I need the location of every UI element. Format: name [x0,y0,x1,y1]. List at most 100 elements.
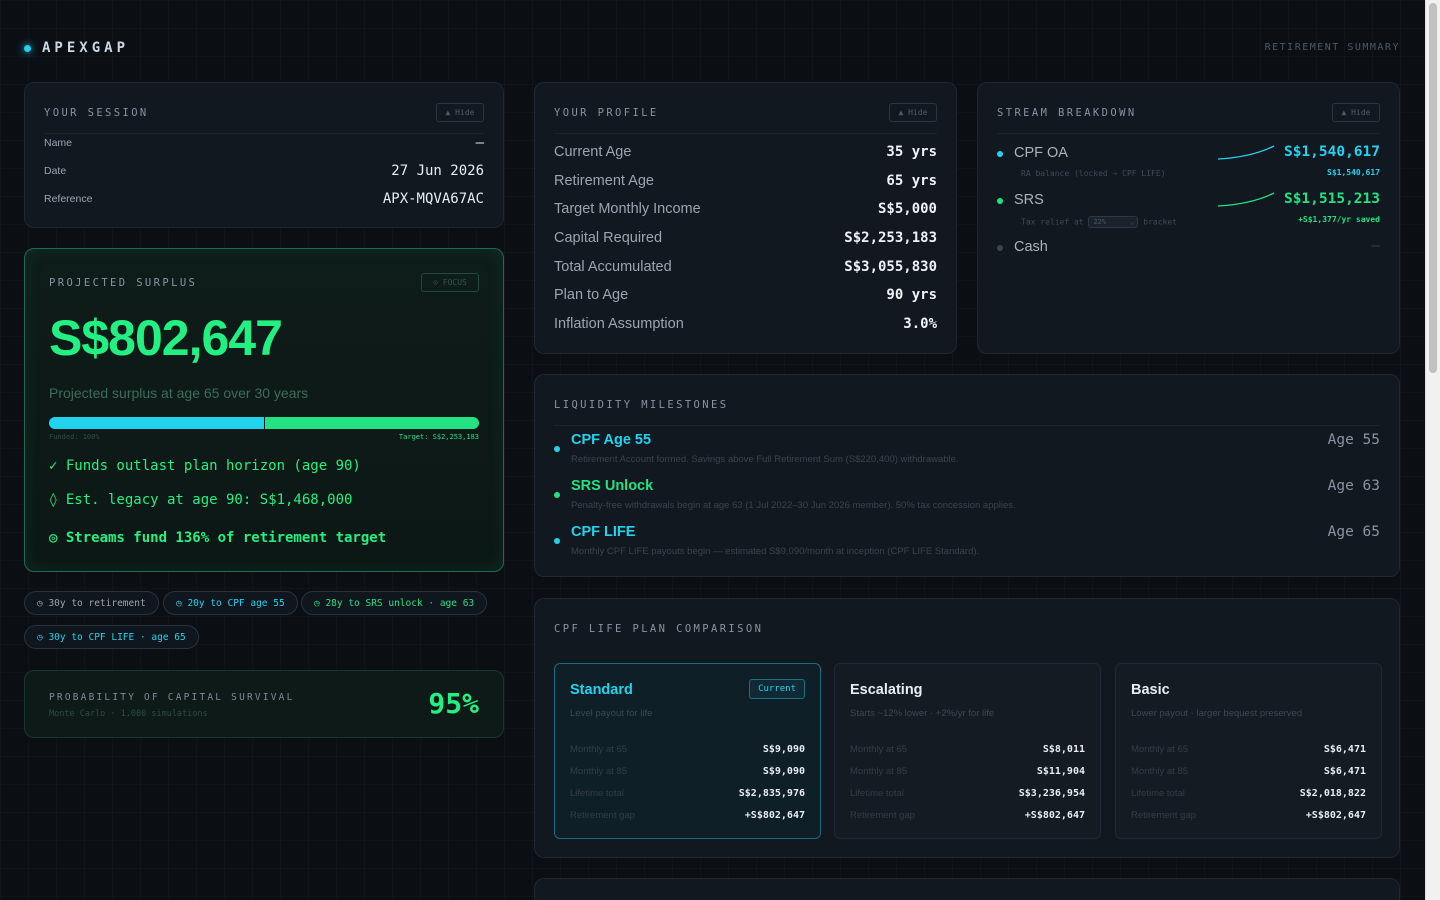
milestone-age: Age 65 [1327,524,1380,540]
milestones-title: LIQUIDITY MILESTONES [554,399,729,411]
session-label: Name [44,137,73,149]
plan-name: Escalating [850,682,923,698]
plan-desc: Starts ~12% lower · +2%/yr for life [850,708,995,719]
chip-cpf-55[interactable]: ◷ 20y to CPF age 55 [163,591,298,615]
profile-value: 65 yrs [886,173,937,189]
surplus-segment [264,417,479,429]
plan-value: S$11,904 [1036,766,1085,777]
milestone-cpf-life: CPF LIFE Monthly CPF LIFE payouts begin … [554,524,1380,564]
plan-label: Monthly at 85 [1131,766,1189,777]
plan-label: Lifetime total [1131,788,1185,799]
plan-label: Retirement gap [850,810,915,821]
plan-row: Retirement gap +S$802,647 [850,810,1085,821]
stream-dot-icon [997,198,1003,204]
plan-label: Lifetime total [570,788,624,799]
next-section-card [534,878,1400,900]
surplus-status-horizon: ✓ Funds outlast plan horizon (age 90) [49,458,361,474]
stream-title: STREAM BREAKDOWN [997,107,1137,119]
plan-escalating[interactable]: Escalating Starts ~12% lower · +2%/yr fo… [834,663,1101,839]
brand-dot-icon [24,44,31,52]
profile-label: Capital Required [554,230,663,246]
profile-value: 90 yrs [886,287,937,303]
profile-row: Total Accumulated S$3,055,830 [554,259,937,275]
plan-comparison-card: CPF LIFE PLAN COMPARISON Standard Curren… [534,598,1400,858]
profile-value: S$2,253,183 [844,230,937,246]
tax-bracket-select[interactable]: 22% ⌄ [1088,216,1139,228]
profile-row: Target Monthly Income S$5,000 [554,201,937,217]
session-label: Date [44,165,67,177]
funded-segment [49,417,264,429]
plan-label: Retirement gap [1131,810,1196,821]
page-scrollbar[interactable] [1425,0,1440,900]
cpf-oa-sparkline [1217,145,1275,160]
milestone-name: CPF LIFE [571,524,636,540]
scrollbar-thumb[interactable] [1429,3,1437,373]
milestone-name: CPF Age 55 [571,432,652,448]
plan-value: S$9,090 [762,744,805,755]
plan-row: Monthly at 65 S$9,090 [570,744,805,755]
session-row-reference: Reference APX-MQVA67AC [44,191,484,207]
chip-retirement[interactable]: ◷ 30y to retirement [24,591,159,615]
stream-value: S$1,515,213 [1283,191,1380,207]
chip-text: ◷ 20y to CPF age 55 [176,597,285,609]
profile-row: Plan to Age 90 yrs [554,287,937,303]
profile-label: Target Monthly Income [554,201,701,217]
profile-value: 3.0% [903,316,937,332]
chip-srs-unlock[interactable]: ◷ 28y to SRS unlock · age 63 [301,591,488,615]
chip-text: ◷ 30y to retirement [37,597,146,609]
probability-subtitle: Monte Carlo · 1,000 simulations [49,709,208,719]
projected-surplus-card: PROJECTED SURPLUS ⊙ FOCUS S$802,647 Proj… [24,248,504,572]
plan-name: Standard [570,682,633,698]
plan-basic[interactable]: Basic Lower payout · larger bequest pres… [1115,663,1382,839]
tax-bracket-value: 22% [1093,218,1107,226]
session-label: Reference [44,193,93,205]
plan-label: Monthly at 85 [850,766,908,777]
profile-hide-button[interactable]: ▲ Hide [889,103,937,122]
plan-value: S$6,471 [1323,766,1366,777]
stream-dot-icon [997,151,1003,157]
stream-dot-icon [997,245,1003,251]
funding-progress-bar [49,417,479,429]
profile-title: YOUR PROFILE [554,107,659,119]
chip-cpf-life[interactable]: ◷ 30y to CPF LIFE · age 65 [24,625,199,649]
session-row-date: Date 27 Jun 2026 [44,163,484,179]
plan-row: Monthly at 65 S$8,011 [850,744,1085,755]
plan-standard[interactable]: Standard Current Level payout for life M… [554,663,821,839]
milestone-srs-unlock: SRS Unlock Penalty-free withdrawals begi… [554,478,1380,518]
surplus-status-legacy: ◊ Est. legacy at age 90: S$1,468,000 [49,492,353,508]
plan-name: Basic [1131,682,1170,698]
milestone-cpf-55: CPF Age 55 Retirement Account formed. Sa… [554,432,1380,472]
plan-value: S$9,090 [762,766,805,777]
liquidity-milestones-card: LIQUIDITY MILESTONES CPF Age 55 Retireme… [534,374,1400,577]
session-value: APX-MQVA67AC [382,191,484,207]
plan-desc: Lower payout · larger bequest preserved [1131,708,1303,719]
plan-label: Monthly at 65 [850,744,908,755]
plan-desc: Level payout for life [570,708,653,719]
plan-row: Retirement gap +S$802,647 [570,810,805,821]
current-badge: Current [749,679,805,699]
stream-name: SRS [1014,192,1044,208]
probability-card: PROBABILITY OF CAPITAL SURVIVAL Monte Ca… [24,670,504,738]
profile-row: Retirement Age 65 yrs [554,173,937,189]
profile-value: 35 yrs [886,144,937,160]
stream-value: S$1,540,617 [1283,144,1380,160]
surplus-status-target: ◎ Streams fund 136% of retirement target [49,530,387,546]
plan-value: +S$802,647 [1024,810,1085,821]
stream-hide-button[interactable]: ▲ Hide [1332,103,1380,122]
plan-label: Lifetime total [850,788,904,799]
divider [554,425,1380,426]
surplus-amount: S$802,647 [49,310,283,366]
plan-row: Retirement gap +S$802,647 [1131,810,1366,821]
stream-breakdown-card: STREAM BREAKDOWN ▲ Hide CPF OA S$1,540,6… [977,82,1400,354]
focus-button[interactable]: ⊙ FOCUS [421,273,479,292]
milestone-dot-icon [554,492,560,498]
profile-label: Total Accumulated [554,259,672,275]
session-hide-button[interactable]: ▲ Hide [436,103,484,122]
plan-row: Lifetime total S$2,835,976 [570,788,805,799]
chip-text: ◷ 30y to CPF LIFE · age 65 [37,631,186,643]
milestone-dot-icon [554,446,560,452]
divider [554,133,937,134]
plan-row: Monthly at 85 S$9,090 [570,766,805,777]
plan-label: Retirement gap [570,810,635,821]
session-card: YOUR SESSION ▲ Hide Name — Date 27 Jun 2… [24,82,504,228]
